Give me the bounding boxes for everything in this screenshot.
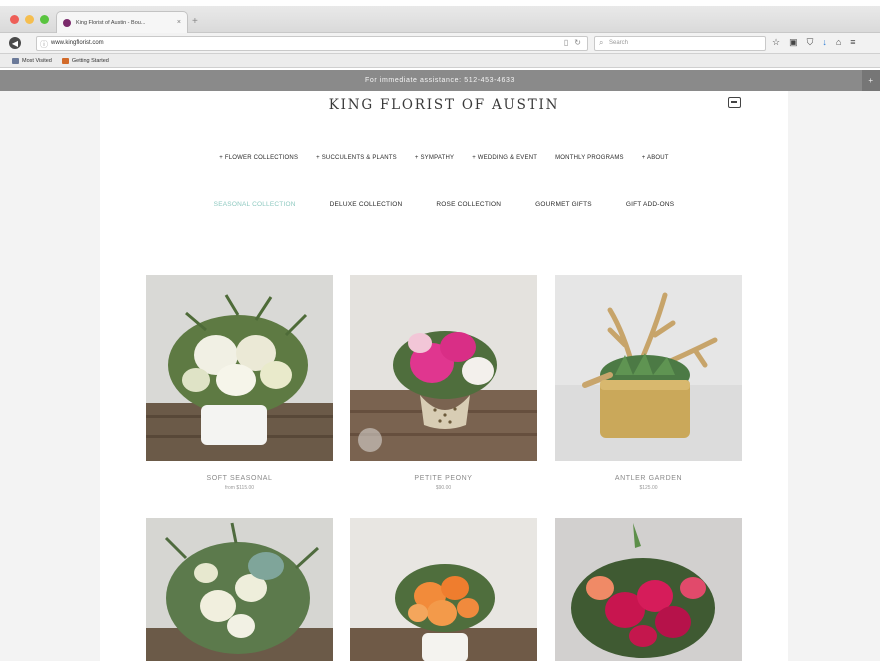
product-photo[interactable] (555, 275, 742, 461)
folder-icon (12, 57, 19, 64)
product-card[interactable]: ANTLER GARDEN $125.00 (555, 275, 742, 491)
pocket-icon[interactable]: ⛉ (807, 37, 814, 48)
url-actions: ▯ ↻ (564, 38, 581, 47)
product-card[interactable] (146, 518, 333, 661)
subnav-rose-collection[interactable]: ROSE COLLECTION (436, 201, 501, 208)
cart-icon[interactable] (728, 97, 741, 108)
subnav-seasonal-collection[interactable]: SEASONAL COLLECTION (214, 201, 296, 208)
nav-wedding-event[interactable]: + WEDDING & EVENT (472, 155, 537, 161)
product-card[interactable] (350, 518, 537, 661)
reader-view-icon[interactable]: ▯ (564, 38, 568, 47)
nav-sympathy[interactable]: + SYMPATHY (415, 155, 454, 161)
new-tab-button[interactable]: + (192, 16, 198, 27)
subnav-gourmet-gifts[interactable]: GOURMET GIFTS (535, 201, 592, 208)
product-card[interactable]: SOFT SEASONAL from $115.00 (146, 275, 333, 491)
tab-title: King Florist of Austin - Bou... (76, 19, 146, 26)
download-icon[interactable]: ↓ (822, 37, 827, 48)
site-info-icon[interactable]: ⓘ (40, 39, 48, 50)
menu-icon[interactable]: ≡ (850, 37, 855, 48)
nav-about[interactable]: + ABOUT (642, 155, 669, 161)
home-icon[interactable]: ⌂ (836, 37, 841, 48)
site-content: KING FLORIST OF AUSTIN + FLOWER COLLECTI… (100, 91, 788, 661)
window-controls (10, 15, 49, 24)
product-price: from $115.00 (224, 485, 255, 491)
main-nav: + FLOWER COLLECTIONS + SUCCULENTS & PLAN… (100, 155, 788, 161)
search-icon: ⌕ (599, 38, 604, 47)
browser-navbar: ◀ ⓘ www.kingflorist.com ▯ ↻ ⌕ Search ☆ ▣… (0, 33, 880, 54)
nav-flower-collections[interactable]: + FLOWER COLLECTIONS (219, 155, 298, 161)
minimize-window-button[interactable] (25, 15, 34, 24)
firefox-icon (61, 57, 69, 64)
tab-close-icon[interactable]: × (177, 19, 181, 26)
product-name[interactable]: ANTLER GARDEN (555, 475, 742, 482)
back-arrow-icon[interactable]: ◀ (9, 37, 21, 49)
close-window-button[interactable] (10, 15, 19, 24)
zoom-window-button[interactable] (40, 15, 49, 24)
search-bar[interactable]: ⌕ Search (594, 36, 766, 51)
product-photo[interactable] (555, 518, 742, 661)
product-name[interactable]: SOFT SEASONAL (146, 475, 333, 482)
bookmarks-bar: Most Visited Getting Started (0, 54, 880, 68)
browser-toolbar: ☆ ▣ ⛉ ↓ ⌂ ≡ (772, 37, 856, 48)
bookmark-star-icon[interactable]: ☆ (772, 37, 780, 48)
bookmark-most-visited[interactable]: Most Visited (12, 57, 52, 64)
product-photo[interactable] (350, 275, 537, 461)
bookmark-label: Getting Started (71, 57, 109, 64)
address-bar[interactable]: ⓘ www.kingflorist.com ▯ ↻ (36, 36, 588, 51)
product-photo[interactable] (146, 518, 333, 661)
library-icon[interactable]: ▣ (789, 37, 798, 48)
product-price: $90.00 (435, 485, 452, 491)
product-price: $125.00 (639, 485, 658, 491)
bookmark-getting-started[interactable]: Getting Started (61, 57, 109, 64)
product-photo[interactable] (350, 518, 537, 661)
browser-titlebar: King Florist of Austin - Bou... × + (0, 6, 880, 33)
product-name[interactable]: PETITE PEONY (350, 475, 537, 482)
product-card[interactable]: PETITE PEONY $90.00 (350, 275, 537, 491)
nav-succulents-plants[interactable]: + SUCCULENTS & PLANTS (316, 155, 397, 161)
product-card[interactable] (555, 518, 742, 661)
side-tab-icon[interactable]: + (862, 70, 880, 91)
bookmark-label: Most Visited (22, 57, 52, 64)
announcement-text: For immediate assistance: 512-453-4633 (364, 77, 516, 84)
site-logo[interactable]: KING FLORIST OF AUSTIN (100, 97, 788, 113)
announcement-bar: For immediate assistance: 512-453-4633 + (0, 70, 880, 91)
favicon-icon (63, 18, 71, 27)
sub-nav: SEASONAL COLLECTION DELUXE COLLECTION RO… (100, 201, 788, 208)
url-text: www.kingflorist.com (51, 40, 104, 46)
product-photo[interactable] (146, 275, 333, 461)
subnav-deluxe-collection[interactable]: DELUXE COLLECTION (330, 201, 403, 208)
browser-tab[interactable]: King Florist of Austin - Bou... × (56, 11, 188, 33)
reload-icon[interactable]: ↻ (574, 38, 581, 47)
nav-monthly-programs[interactable]: MONTHLY PROGRAMS (555, 155, 624, 161)
search-input[interactable]: Search (609, 40, 628, 46)
subnav-gift-add-ons[interactable]: GIFT ADD-ONS (626, 201, 675, 208)
